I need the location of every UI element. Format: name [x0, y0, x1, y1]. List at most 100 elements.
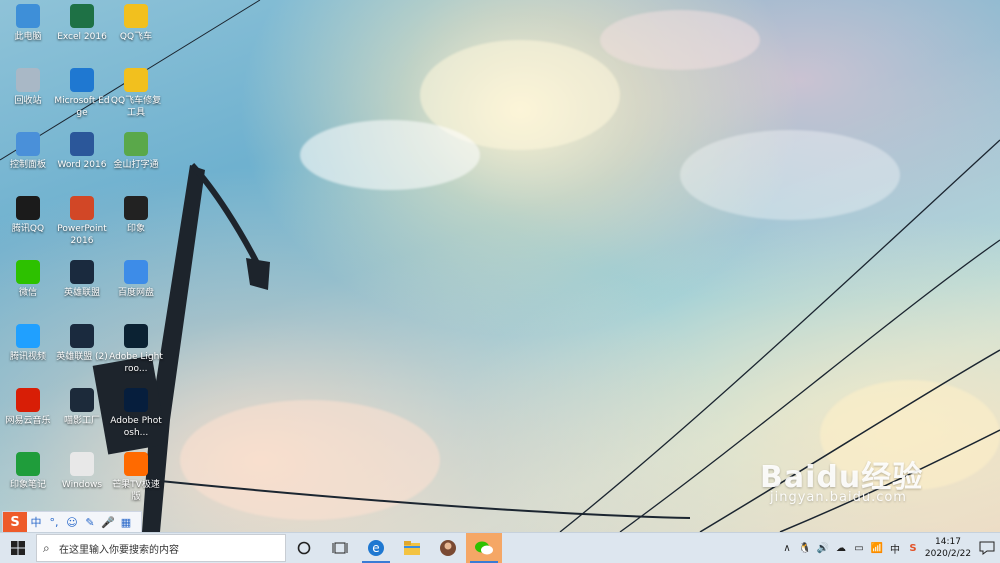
desktop-icon[interactable]: 芒果TV极速版	[108, 452, 164, 503]
mangotv-icon	[124, 452, 148, 476]
desktop-icon-label: 印象	[126, 224, 145, 234]
yinxiang-icon	[124, 196, 148, 220]
lightroom-icon	[124, 324, 148, 348]
desktop-icon[interactable]: Adobe Photosh...	[108, 388, 164, 439]
evernote-icon	[16, 452, 40, 476]
desktop-icon[interactable]: 百度网盘	[108, 260, 164, 299]
windows-logo-icon	[11, 541, 25, 555]
task-view-button[interactable]	[322, 533, 358, 563]
desktop-icon[interactable]: 印象	[108, 196, 164, 235]
wifi-icon[interactable]: 📶	[868, 543, 886, 554]
cortana-button[interactable]	[286, 533, 322, 563]
desktop-icon[interactable]: 控制面板	[0, 132, 56, 171]
desktop-icon[interactable]: 腾讯视频	[0, 324, 56, 363]
ime-emoji-icon[interactable]: ☺	[63, 516, 81, 529]
desktop-icon-label: 百度网盘	[117, 288, 154, 298]
desktop-icon-label: 腾讯QQ	[11, 224, 45, 234]
netease-music-icon	[16, 388, 40, 412]
folder-icon	[404, 541, 420, 555]
desktop-icon-label: 英雄联盟 (2)	[56, 352, 108, 362]
lamp-arm	[189, 162, 261, 267]
word-icon	[70, 132, 94, 156]
desktop-icon-label: Adobe Photosh...	[110, 416, 162, 438]
desktop-icon[interactable]: Excel 2016	[54, 4, 110, 43]
cortana-icon	[297, 541, 311, 555]
ime-punctuation-toggle[interactable]: °,	[45, 516, 63, 529]
desktop-icon-label: 回收站	[14, 96, 42, 106]
desktop-icon[interactable]: 英雄联盟 (2)	[54, 324, 110, 363]
onedrive-icon[interactable]: ☁	[832, 543, 850, 554]
desktop-icon[interactable]: 回收站	[0, 68, 56, 107]
desktop-icon-label: Word 2016	[57, 160, 107, 170]
desktop-icon-label: 英雄联盟	[63, 288, 100, 298]
ime-toolbox-icon[interactable]: ▦	[117, 516, 135, 529]
ime-toolbar: S 中 °, ☺ ✎ 🎤 ▦	[2, 511, 142, 533]
desktop-icon[interactable]: 英雄联盟	[54, 260, 110, 299]
qq-speed-icon	[124, 4, 148, 28]
desktop-icon[interactable]: QQ飞车	[108, 4, 164, 43]
recycle-bin-icon	[16, 68, 40, 92]
ime-handwriting-icon[interactable]: ✎	[81, 516, 99, 529]
desktop-icon-label: PowerPoint 2016	[57, 224, 107, 246]
search-placeholder: 在这里输入你要搜索的内容	[59, 544, 179, 556]
taskbar-search-box[interactable]: ⌕ 在这里输入你要搜索的内容	[36, 534, 286, 562]
wechat-icon	[475, 541, 493, 555]
desktop-icon[interactable]: Microsoft Edge	[54, 68, 110, 119]
desktop-icon-label: 金山打字通	[113, 160, 159, 170]
desktop-icon[interactable]: 此电脑	[0, 4, 56, 43]
desktop-icon-label: QQ飞车	[119, 32, 153, 42]
desktop-icon[interactable]: 网易云音乐	[0, 388, 56, 427]
desktop-icon[interactable]: 腾讯QQ	[0, 196, 56, 235]
desktop-icon[interactable]: Adobe Lightroo...	[108, 324, 164, 375]
control-panel-icon	[16, 132, 40, 156]
desktop-icon[interactable]: QQ飞车修复工具	[108, 68, 164, 119]
desktop-icon[interactable]: 喵影工厂	[54, 388, 110, 427]
volume-icon[interactable]: 🔊	[814, 543, 832, 554]
desktop-icon[interactable]: PowerPoint 2016	[54, 196, 110, 247]
desktop-icon-label: 印象笔记	[9, 480, 46, 490]
desktop-icon-label: 微信	[18, 288, 37, 298]
action-center-button[interactable]	[974, 533, 1000, 563]
desktop-icon-label: QQ飞车修复工具	[110, 96, 162, 118]
taskbar-wechat[interactable]	[466, 533, 502, 563]
desktop-icon-label: 网易云音乐	[5, 416, 51, 426]
taskbar-photo-app[interactable]	[430, 533, 466, 563]
sogou-tray-icon[interactable]: S	[904, 543, 922, 554]
this-pc-icon	[16, 4, 40, 28]
taskbar-edge[interactable]: e	[358, 533, 394, 563]
wechat-icon	[16, 260, 40, 284]
windows-file-icon	[70, 452, 94, 476]
input-language-indicator[interactable]: 中	[886, 541, 904, 556]
power-line	[149, 479, 691, 519]
taskbar-file-explorer[interactable]	[394, 533, 430, 563]
desktop-icon-label: Adobe Lightroo...	[109, 352, 163, 374]
taskbar: ⌕ 在这里输入你要搜索的内容 e ∧ 🐧 🔊 ☁ ▭ 📶 中 S 14:17 2…	[0, 532, 1000, 563]
task-view-icon	[332, 542, 348, 554]
desktop-icon[interactable]: Windows	[54, 452, 110, 491]
kingsoft-typing-icon	[124, 132, 148, 156]
desktop-icon-label: 控制面板	[9, 160, 46, 170]
clock-time: 14:17	[935, 537, 961, 547]
avatar-icon	[440, 540, 456, 556]
qq-tray-icon[interactable]: 🐧	[796, 543, 814, 554]
desktop-icon-label: 腾讯视频	[9, 352, 46, 362]
ime-lang-toggle[interactable]: 中	[27, 514, 45, 530]
desktop-icon[interactable]: 金山打字通	[108, 132, 164, 171]
desktop-icon[interactable]: 印象笔记	[0, 452, 56, 491]
desktop-icon[interactable]: 微信	[0, 260, 56, 299]
search-icon: ⌕	[43, 540, 50, 555]
edge-icon	[70, 68, 94, 92]
desktop-icon[interactable]: Word 2016	[54, 132, 110, 171]
powerpoint-icon	[70, 196, 94, 220]
lol-icon	[70, 260, 94, 284]
battery-icon[interactable]: ▭	[850, 543, 868, 554]
desktop-icon-label: 喵影工厂	[63, 416, 100, 426]
show-hidden-icons-chevron-icon[interactable]: ∧	[778, 543, 796, 554]
start-button[interactable]	[0, 533, 36, 563]
clock[interactable]: 14:17 2020/2/22	[922, 536, 974, 560]
lol-2-icon	[70, 324, 94, 348]
sogou-ime-logo-icon[interactable]: S	[3, 512, 27, 532]
lamp-head	[246, 258, 270, 290]
ime-voice-icon[interactable]: 🎤	[99, 516, 117, 529]
tencent-video-icon	[16, 324, 40, 348]
